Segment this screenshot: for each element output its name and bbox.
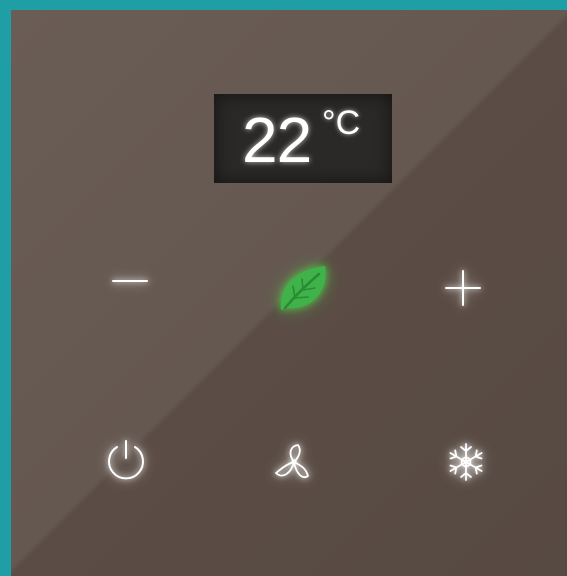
temperature-unit: °C	[322, 104, 361, 142]
decrease-temperature-button[interactable]	[105, 256, 155, 306]
leaf-icon	[280, 266, 326, 310]
increase-temperature-button[interactable]	[438, 263, 488, 313]
snowflake-icon	[449, 443, 483, 481]
eco-mode-button[interactable]	[271, 256, 335, 320]
thermostat-panel: 22 °C	[11, 10, 567, 576]
minus-icon	[112, 280, 148, 282]
temperature-value: 22	[242, 104, 312, 176]
fan-icon	[275, 444, 309, 478]
cool-mode-button[interactable]	[441, 437, 491, 487]
thermostat-frame: 22 °C	[0, 0, 567, 576]
fan-mode-button[interactable]	[269, 437, 319, 487]
power-button[interactable]	[101, 434, 151, 484]
power-icon	[108, 440, 144, 480]
temperature-display: 22 °C	[214, 94, 392, 183]
plus-icon	[445, 270, 481, 306]
